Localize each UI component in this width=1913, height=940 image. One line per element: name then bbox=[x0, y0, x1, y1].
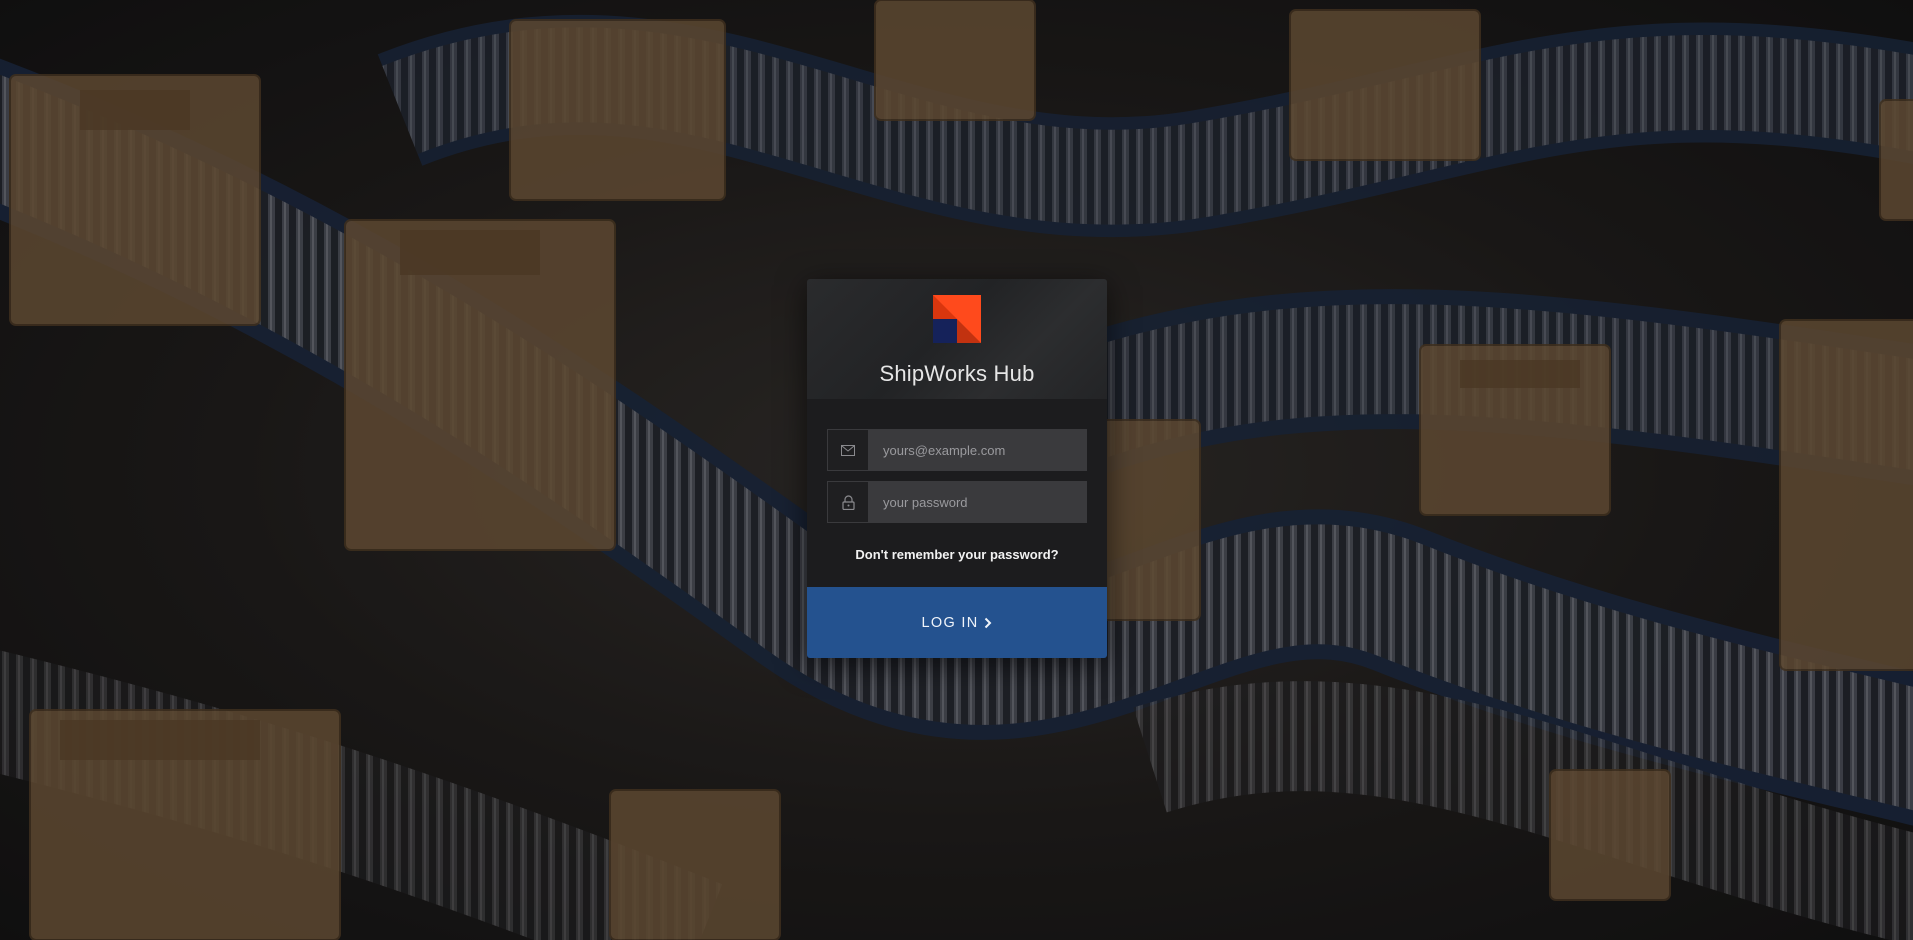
shipworks-logo-icon bbox=[929, 291, 985, 347]
chevron-right-icon bbox=[984, 617, 992, 629]
lock-icon bbox=[828, 482, 869, 522]
login-card-header: ShipWorks Hub bbox=[807, 279, 1107, 399]
login-card: ShipWorks Hub Don't remember your bbox=[807, 279, 1107, 658]
password-field bbox=[827, 481, 1087, 523]
email-field bbox=[827, 429, 1087, 471]
brand-title: ShipWorks Hub bbox=[879, 361, 1035, 386]
login-button[interactable]: LOG IN bbox=[807, 587, 1107, 658]
forgot-password-link[interactable]: Don't remember your password? bbox=[807, 547, 1107, 562]
email-input[interactable] bbox=[869, 430, 1086, 470]
login-button-label: LOG IN bbox=[921, 614, 979, 631]
envelope-icon bbox=[828, 430, 869, 470]
login-form: Don't remember your password? bbox=[807, 399, 1107, 587]
password-input[interactable] bbox=[869, 482, 1086, 522]
